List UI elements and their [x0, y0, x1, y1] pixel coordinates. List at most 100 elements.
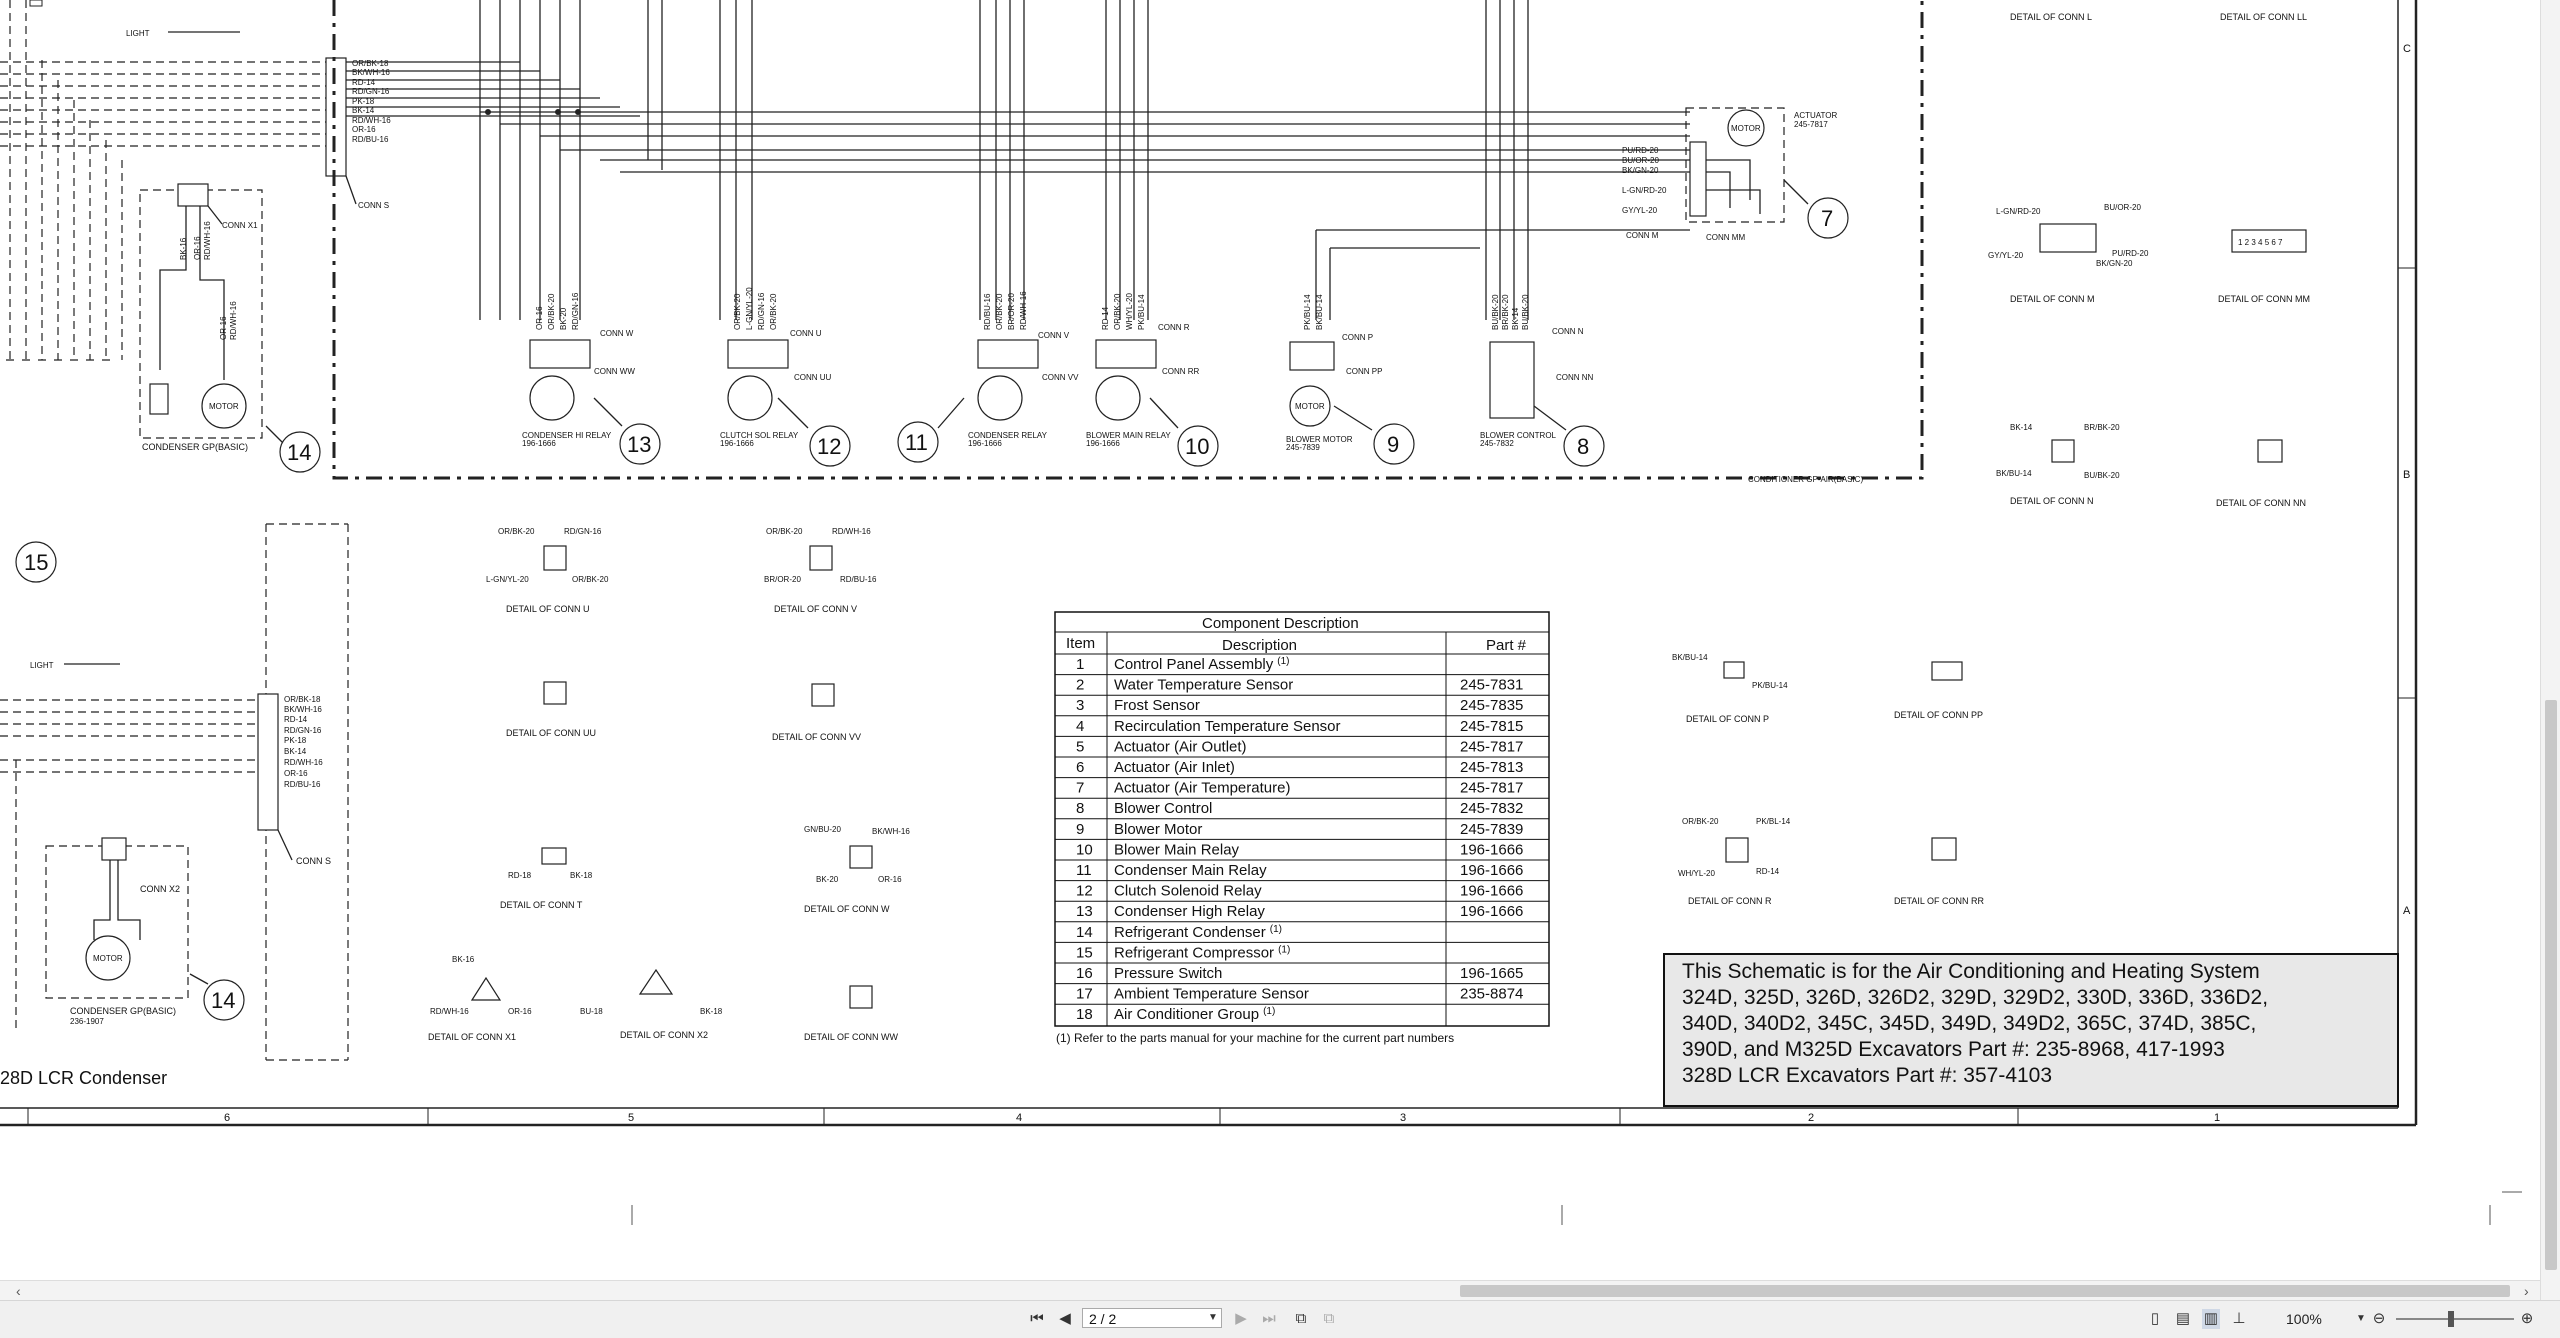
table-cell-part: 196-1665 [1460, 965, 1523, 982]
ll-wire-5: PK-18 [284, 736, 307, 745]
callout-11: 11 [905, 430, 928, 455]
light-label-top: LIGHT [126, 29, 150, 38]
detail-v-w3: BR/OR-20 [764, 575, 801, 584]
vertical-scrollbar[interactable] [2540, 0, 2560, 1300]
ll-wire-1: OR/BK-18 [284, 695, 321, 704]
act7-conn-a: CONN M [1626, 231, 1659, 240]
act7-conn-b: CONN MM [1706, 233, 1745, 242]
note-line-3: 340D, 340D2, 345C, 345D, 349D, 349D2, 36… [1682, 1012, 2256, 1035]
ll-wire-7: RD/WH-16 [284, 758, 323, 767]
c8-wire-2: BR/BK-20 [1501, 294, 1510, 330]
r10-wire-4: PK/BU-14 [1137, 294, 1146, 330]
m9-conn-a: CONN P [1342, 333, 1373, 342]
detail-x1-title: DETAIL OF CONN X1 [428, 1032, 516, 1042]
detail-n-w1: BK-14 [2010, 423, 2033, 432]
detail-conn-x1: BK-16 RD/WH-16 OR-16 DETAIL OF CONN X1 [428, 955, 532, 1042]
detail-conn-p: BK/BU-14 PK/BU-14 DETAIL OF CONN P [1672, 653, 1788, 724]
ll-group-part: 236-1907 [70, 1017, 104, 1026]
scroll-right-arrow-icon[interactable]: › [2524, 1281, 2529, 1301]
detail-conn-uu: DETAIL OF CONN UU [506, 681, 596, 738]
two-page-view-icon[interactable]: ▥ [2202, 1309, 2220, 1329]
r13-wire-4: RD/GN-16 [571, 292, 580, 330]
r11-wire-4: RD/WH-16 [1019, 291, 1028, 330]
note-line-4: 390D, and M325D Excavators Part #: 235-8… [1682, 1038, 2225, 1061]
detail-conn-ww: DETAIL OF CONN WW [804, 985, 899, 1042]
ll-conn-x2: CONN X2 [140, 884, 180, 894]
r13-wire-3: BK-20 [559, 307, 568, 330]
condenser-group-label: CONDENSER GP(BASIC) [142, 442, 248, 452]
continuous-view-icon[interactable]: ▤ [2174, 1309, 2192, 1329]
c8-conn-a: CONN N [1552, 327, 1584, 336]
single-page-view-icon[interactable]: ▯ [2146, 1309, 2164, 1329]
table-cell-item: 1 [1076, 656, 1084, 673]
table-cell-part: 245-7817 [1460, 780, 1523, 797]
m9-conn-b: CONN PP [1346, 367, 1382, 376]
table-cell-part: 196-1666 [1460, 862, 1523, 879]
detail-x2-w1: BU-18 [580, 1007, 603, 1016]
detail-w-w1: GN/BU-20 [804, 825, 841, 834]
ll-wire-3: RD-14 [284, 715, 308, 724]
detail-uu-title: DETAIL OF CONN UU [506, 728, 596, 738]
detail-ww-title: DETAIL OF CONN WW [804, 1032, 899, 1042]
table-cell-part: 196-1666 [1460, 903, 1523, 920]
zone-label-2: 2 [1808, 1112, 1814, 1124]
table-cell-description: Water Temperature Sensor [1114, 677, 1293, 694]
zoom-slider-knob[interactable] [2448, 1311, 2454, 1327]
detail-m-w2: BU/OR-20 [2104, 203, 2141, 212]
zone-label-5: 5 [628, 1112, 634, 1124]
next-page-button[interactable]: ▶ [1232, 1309, 1250, 1329]
r10-wire-2: OR/BK-20 [1113, 293, 1122, 330]
detail-conn-pp: DETAIL OF CONN PP [1894, 661, 1983, 720]
zoom-in-icon[interactable]: ⊕ [2518, 1309, 2536, 1329]
last-page-button[interactable]: ⏭ [1260, 1309, 1278, 1329]
previous-page-button[interactable]: ◀ [1056, 1309, 1074, 1329]
act7-wire-5: GY/YL-20 [1622, 206, 1658, 215]
note-line-5: 328D LCR Excavators Part #: 357-4103 [1682, 1064, 2052, 1087]
act7-wire-4: L-GN/RD-20 [1622, 186, 1667, 195]
detail-m-title: DETAIL OF CONN M [2010, 294, 2095, 304]
detail-m-w5: BK/GN-20 [2096, 259, 2133, 268]
detail-t-title: DETAIL OF CONN T [500, 900, 583, 910]
book-view-icon[interactable]: ⊥ [2230, 1309, 2248, 1329]
detail-vv-title: DETAIL OF CONN VV [772, 732, 861, 742]
act7-name: ACTUATOR [1794, 111, 1837, 120]
zoom-dropdown-icon[interactable]: ▼ [2352, 1309, 2370, 1329]
c8-conn-b: CONN NN [1556, 373, 1594, 382]
table-cell-item: 6 [1076, 759, 1084, 776]
detail-m-w4: PU/RD-20 [2112, 249, 2149, 258]
ll-wire-2: BK/WH-16 [284, 705, 322, 714]
r13-wire-2: OR/BK-20 [547, 293, 556, 330]
table-cell-description: Refrigerant Condenser (1) [1114, 924, 1282, 941]
fit-width-icon[interactable]: ⧉ [1320, 1309, 1338, 1329]
first-page-button[interactable]: ⏮ [1028, 1309, 1046, 1329]
r12-wire-2: L-GN/YL-20 [745, 287, 754, 330]
detail-r-title: DETAIL OF CONN R [1688, 896, 1772, 906]
fit-page-icon[interactable]: ⧉ [1292, 1309, 1310, 1329]
r11-conn-b: CONN VV [1042, 373, 1079, 382]
vertical-scroll-thumb[interactable] [2545, 700, 2557, 1270]
page-number-input[interactable]: 2 / 2 [1082, 1308, 1222, 1328]
ll-wire-8: OR-16 [284, 769, 308, 778]
zoom-slider[interactable] [2396, 1318, 2514, 1320]
horizontal-scroll-thumb[interactable] [1460, 1285, 2510, 1297]
detail-v-w1: OR/BK-20 [766, 527, 803, 536]
detail-conn-n: BK-14 BR/BK-20 BK/BU-14 BU/BK-20 DETAIL … [1996, 423, 2120, 506]
r12-wire-4: OR/BK-20 [769, 293, 778, 330]
page-dropdown-icon[interactable]: ▼ [1208, 1308, 1218, 1328]
conn-s-wire-2: BK/WH-16 [352, 68, 390, 77]
horizontal-scrollbar[interactable]: ‹ › [0, 1280, 2540, 1301]
schematic-sheet: C B A 6 5 4 3 2 1 LIGHT OR/BK-18 BK/WH-1… [0, 0, 2522, 1225]
zoom-level[interactable]: 100% [2286, 1309, 2322, 1329]
detail-mm-title: DETAIL OF CONN MM [2218, 294, 2310, 304]
r12-part: 196-1666 [720, 439, 754, 448]
zoom-out-icon[interactable]: ⊖ [2370, 1309, 2388, 1329]
conn-s-wire-8: OR-16 [352, 125, 376, 134]
table-cell-item: 2 [1076, 677, 1084, 694]
document-viewport[interactable]: C B A 6 5 4 3 2 1 LIGHT OR/BK-18 BK/WH-1… [0, 0, 2540, 1280]
scroll-left-arrow-icon[interactable]: ‹ [16, 1281, 21, 1301]
table-cell-item: 12 [1076, 883, 1093, 900]
detail-x2-w2: BK-18 [700, 1007, 723, 1016]
detail-rr-title: DETAIL OF CONN RR [1894, 896, 1985, 906]
detail-v-w4: RD/BU-16 [840, 575, 877, 584]
cond-wire-2: OR-16 [193, 236, 202, 260]
